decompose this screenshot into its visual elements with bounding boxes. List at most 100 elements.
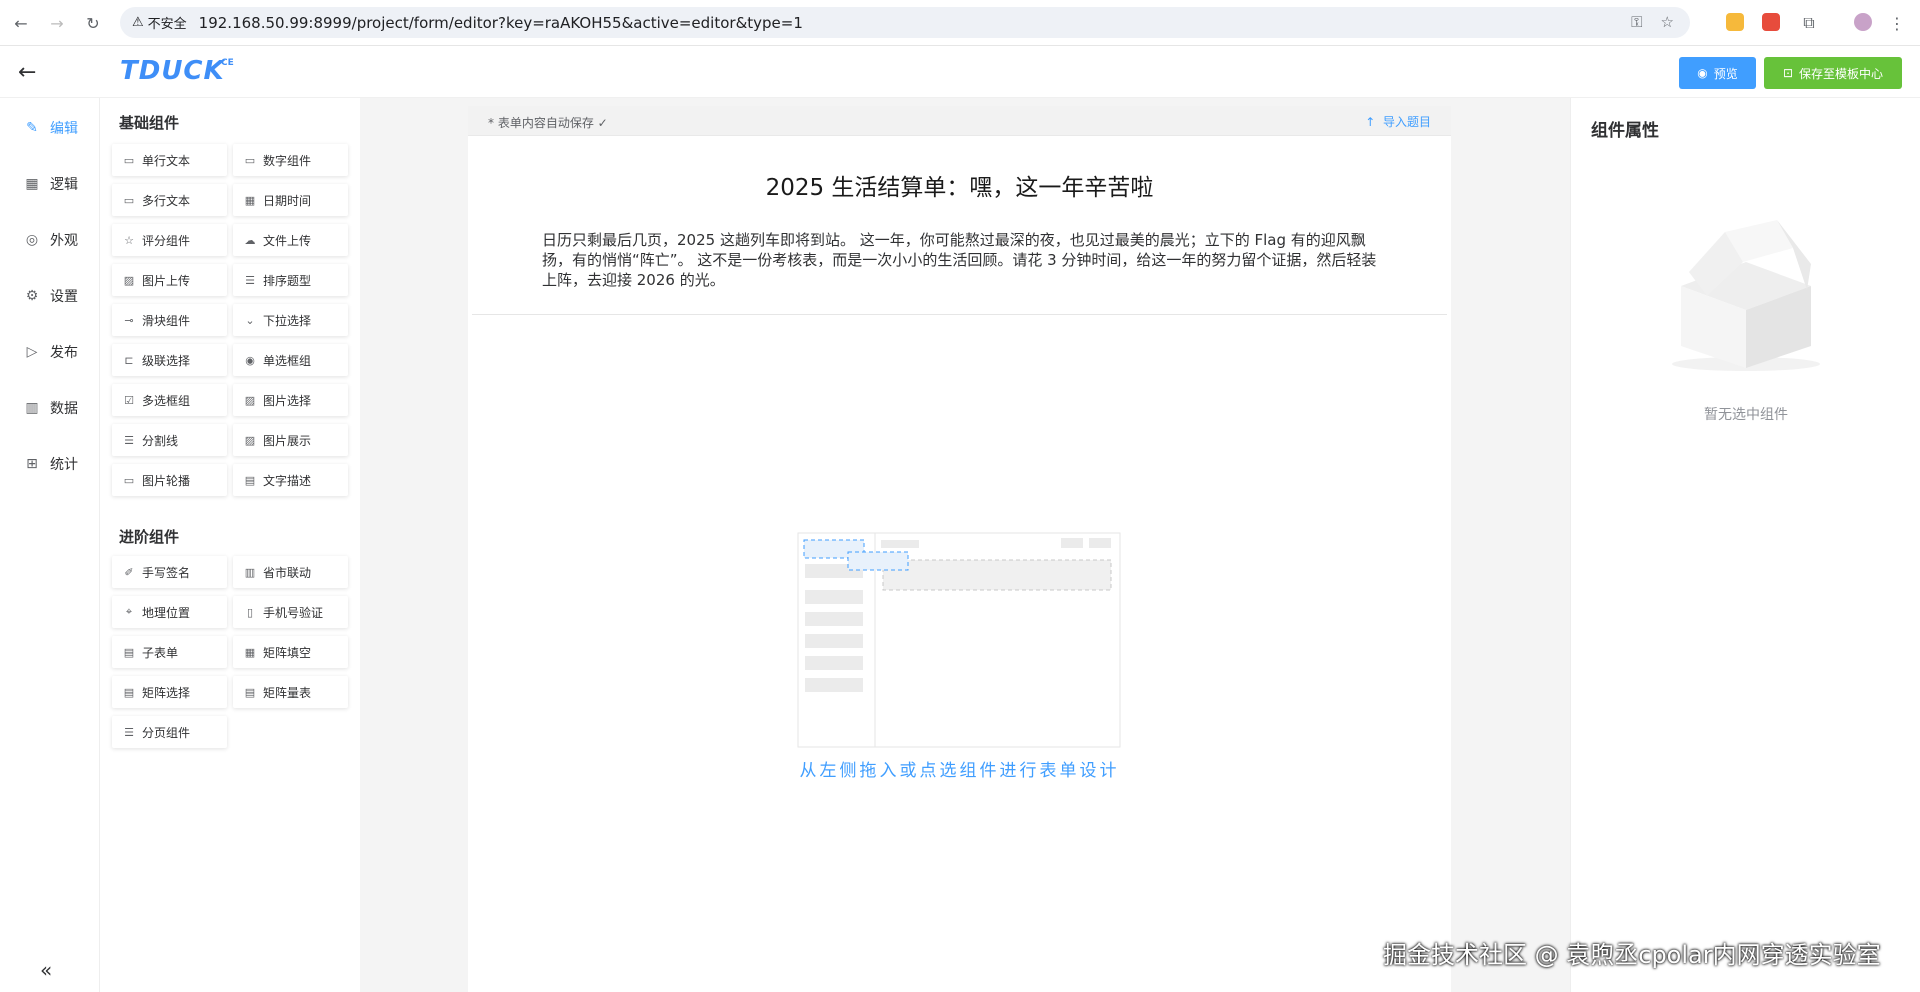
component-province-city[interactable]: ▥ 省市联动 [233, 556, 348, 588]
component-slider[interactable]: ⊸ 滑块组件 [112, 304, 227, 336]
properties-title: 组件属性 [1591, 121, 1659, 141]
gear-icon: ⚙ [25, 288, 39, 304]
empty-box-icon [1672, 220, 1820, 371]
slider-icon: ⊸ [124, 313, 134, 327]
dropdown-icon: ⌄ [245, 313, 255, 327]
profile-avatar[interactable] [1854, 13, 1872, 31]
component-checkbox-group[interactable]: ☑ 多选框组 [112, 384, 227, 416]
component-file-upload[interactable]: ☁ 文件上传 [233, 224, 348, 256]
menu-item-settings[interactable]: ⚙ 设置 [24, 284, 78, 308]
divider-icon: ☰ [124, 433, 134, 447]
component-rating[interactable]: ☆ 评分组件 [112, 224, 227, 256]
menu-item-publish[interactable]: ▷ 发布 [24, 340, 78, 364]
watermark-text: 掘金技术社区 @ 袁煦丞cpolar内网穿透实验室 [1383, 941, 1881, 969]
extension-icon[interactable] [1726, 13, 1744, 31]
matrix-select-icon: ▤ [123, 685, 135, 699]
publish-icon: ▷ [26, 344, 38, 360]
component-signature[interactable]: ✐ 手写签名 [112, 556, 227, 588]
carousel-icon: ▭ [123, 473, 135, 487]
drag-illustration [797, 532, 1121, 748]
location-icon: ⌖ [125, 605, 133, 618]
component-location[interactable]: ⌖ 地理位置 [112, 596, 227, 628]
advanced-components-title: 进阶组件 [119, 528, 180, 546]
component-cascade[interactable]: ⊏ 级联选择 [112, 344, 227, 376]
browser-menu-icon[interactable]: ⋮ [1886, 12, 1908, 34]
component-divider[interactable]: ☰ 分割线 [112, 424, 227, 456]
menu-item-logic[interactable]: ▦ 逻辑 [24, 172, 78, 196]
logic-icon: ▦ [25, 176, 39, 192]
subform-icon: ▤ [123, 645, 135, 659]
component-matrix-fill[interactable]: ▦ 矩阵填空 [233, 636, 348, 668]
component-single-text[interactable]: ▭ 单行文本 [112, 144, 227, 176]
logo: TDUCK [120, 56, 225, 86]
autosave-status: * 表单内容自动保存 ✓ [488, 116, 608, 130]
insecure-indicator[interactable]: ⚠ 不安全 [132, 13, 187, 32]
component-panel: 基础组件 ▭ 单行文本 ▭ 数字组件 ▭ 多行文本 ▦ 日期时间 ☆ 评分组件 ☁ 文件上传… [100, 98, 360, 992]
building-icon: ▥ [244, 565, 256, 579]
extensions-puzzle-icon[interactable]: ⧉ [1798, 12, 1820, 34]
pagination-icon: ☰ [124, 725, 134, 739]
password-key-icon[interactable]: ⚿ [1631, 13, 1642, 31]
stats-icon: ⊞ [26, 456, 38, 472]
component-matrix-select[interactable]: ▤ 矩阵选择 [112, 676, 227, 708]
component-pagination[interactable]: ☰ 分页组件 [112, 716, 227, 748]
edit-icon: ✎ [26, 120, 38, 136]
warning-icon: ⚠ [132, 15, 144, 30]
component-matrix-scale[interactable]: ▤ 矩阵量表 [233, 676, 348, 708]
address-bar[interactable]: ⚠ 不安全 192.168.50.99:8999/project/form/ed… [120, 7, 1690, 38]
component-datetime[interactable]: ▦ 日期时间 [233, 184, 348, 216]
phone-icon: ▯ [246, 605, 254, 619]
back-arrow-icon[interactable]: ← [18, 60, 36, 85]
component-phone-verify[interactable]: ▯ 手机号验证 [233, 596, 348, 628]
component-text-description[interactable]: ▤ 文字描述 [233, 464, 348, 496]
image-icon: ▨ [123, 273, 135, 287]
empty-canvas-hint: 从左侧拖入或点选组件进行表单设计 [799, 761, 1120, 781]
cloud-upload-icon: ☁ [244, 233, 256, 247]
save-icon: ⊡ [1782, 66, 1794, 80]
sort-icon: ☰ [245, 273, 255, 287]
component-image-display[interactable]: ▨ 图片展示 [233, 424, 348, 456]
properties-panel: 组件属性 暂无选中组件 [1570, 98, 1920, 992]
import-questions-link[interactable]: ↑ 导入题目 [1365, 113, 1431, 130]
star-icon: ☆ [124, 233, 134, 247]
image-select-icon: ▨ [244, 393, 256, 407]
menu-item-data[interactable]: ▥ 数据 [24, 396, 78, 420]
eye-icon: ◎ [25, 232, 39, 248]
component-dropdown[interactable]: ⌄ 下拉选择 [233, 304, 348, 336]
browser-forward-icon[interactable]: → [46, 12, 68, 34]
menu-item-edit[interactable]: ✎ 编辑 [24, 116, 78, 140]
save-to-template-button[interactable]: ⊡ 保存至模板中心 [1764, 57, 1902, 89]
form-card[interactable]: * 表单内容自动保存 ✓ ↑ 导入题目 2025 生活结算单：嘿，这一年辛苦啦 … [468, 106, 1451, 992]
collapse-double-chevron-icon[interactable]: « [40, 958, 52, 982]
component-radio-group[interactable]: ◉ 单选框组 [233, 344, 348, 376]
component-sort[interactable]: ☰ 排序题型 [233, 264, 348, 296]
eye-icon: ◉ [1697, 66, 1708, 80]
matrix-scale-icon: ▤ [244, 685, 256, 699]
component-image-upload[interactable]: ▨ 图片上传 [112, 264, 227, 296]
browser-reload-icon[interactable]: ↻ [82, 12, 104, 34]
component-subform[interactable]: ▤ 子表单 [112, 636, 227, 668]
cascade-icon: ⊏ [124, 353, 134, 367]
matrix-fill-icon: ▦ [244, 645, 256, 659]
app-header: ← TDUCK CE ◉ 预览 ⊡ 保存至模板中心 [0, 46, 1920, 98]
browser-back-icon[interactable]: ← [10, 12, 32, 34]
checkbox-icon: ☑ [124, 393, 134, 407]
bookmark-star-icon[interactable]: ☆ [1661, 13, 1674, 31]
menu-item-appearance[interactable]: ◎ 外观 [24, 228, 78, 252]
no-selection-label: 暂无选中组件 [1704, 407, 1788, 423]
component-multi-text[interactable]: ▭ 多行文本 [112, 184, 227, 216]
basic-components-title: 基础组件 [119, 114, 180, 132]
textarea-icon: ▭ [123, 193, 135, 207]
browser-toolbar: ← → ↻ ⚠ 不安全 192.168.50.99:8999/project/f… [0, 0, 1920, 46]
menu-item-stats[interactable]: ⊞ 统计 [24, 452, 78, 476]
calendar-icon: ▦ [244, 193, 256, 207]
component-image-select[interactable]: ▨ 图片选择 [233, 384, 348, 416]
component-image-carousel[interactable]: ▭ 图片轮播 [112, 464, 227, 496]
component-number[interactable]: ▭ 数字组件 [233, 144, 348, 176]
text-desc-icon: ▤ [244, 473, 256, 487]
left-nav-menu: ✎ 编辑 ▦ 逻辑 ◎ 外观 ⚙ 设置 ▷ 发布 ▥ 数据 ⊞ 统计 « [0, 98, 100, 992]
preview-button[interactable]: ◉ 预览 [1679, 57, 1756, 89]
form-description[interactable]: 日历只剩最后几页，2025 这趟列车即将到站。 这一年，你可能熬过最深的夜，也见… [542, 230, 1382, 290]
form-title[interactable]: 2025 生活结算单：嘿，这一年辛苦啦 [468, 168, 1451, 202]
extension-icon[interactable] [1762, 13, 1780, 31]
